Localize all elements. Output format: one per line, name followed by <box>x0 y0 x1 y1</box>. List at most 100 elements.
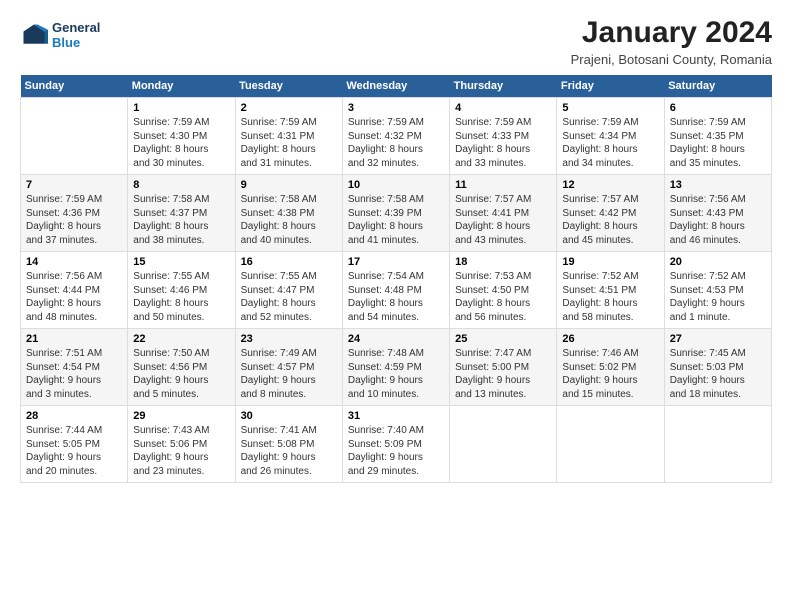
day-info: Sunrise: 7:52 AM Sunset: 4:53 PM Dayligh… <box>670 270 766 324</box>
day-info: Sunrise: 7:48 AM Sunset: 4:59 PM Dayligh… <box>348 347 444 401</box>
column-header-friday: Friday <box>557 75 664 98</box>
column-header-monday: Monday <box>128 75 235 98</box>
logo-icon <box>20 21 48 49</box>
day-number: 21 <box>26 333 122 345</box>
calendar-cell: 21Sunrise: 7:51 AM Sunset: 4:54 PM Dayli… <box>21 329 128 406</box>
day-number: 2 <box>241 102 337 114</box>
calendar-cell <box>664 406 771 483</box>
calendar-cell: 28Sunrise: 7:44 AM Sunset: 5:05 PM Dayli… <box>21 406 128 483</box>
logo: General Blue <box>20 20 100 50</box>
day-info: Sunrise: 7:56 AM Sunset: 4:43 PM Dayligh… <box>670 193 766 247</box>
day-info: Sunrise: 7:40 AM Sunset: 5:09 PM Dayligh… <box>348 424 444 478</box>
day-number: 7 <box>26 179 122 191</box>
day-info: Sunrise: 7:59 AM Sunset: 4:34 PM Dayligh… <box>562 116 658 170</box>
header: General Blue January 2024 Prajeni, Botos… <box>20 16 772 67</box>
day-info: Sunrise: 7:41 AM Sunset: 5:08 PM Dayligh… <box>241 424 337 478</box>
day-info: Sunrise: 7:50 AM Sunset: 4:56 PM Dayligh… <box>133 347 229 401</box>
day-number: 25 <box>455 333 551 345</box>
day-info: Sunrise: 7:59 AM Sunset: 4:32 PM Dayligh… <box>348 116 444 170</box>
calendar-cell <box>21 98 128 175</box>
day-number: 28 <box>26 410 122 422</box>
main-title: January 2024 <box>571 16 772 50</box>
calendar-cell: 2 Sunrise: 7:59 AM Sunset: 4:31 PM Daylig… <box>235 98 342 175</box>
day-info: Sunrise: 7:47 AM Sunset: 5:00 PM Dayligh… <box>455 347 551 401</box>
column-header-tuesday: Tuesday <box>235 75 342 98</box>
day-number: 8 <box>133 179 229 191</box>
calendar-cell <box>557 406 664 483</box>
calendar-cell: 13 Sunrise: 7:56 AM Sunset: 4:43 PM Dayli… <box>664 175 771 252</box>
calendar-cell: 6Sunrise: 7:59 AM Sunset: 4:35 PM Daylig… <box>664 98 771 175</box>
day-number: 18 <box>455 256 551 268</box>
day-info: Sunrise: 7:53 AM Sunset: 4:50 PM Dayligh… <box>455 270 551 324</box>
day-number: 12 <box>562 179 658 191</box>
day-info: Sunrise: 7:55 AM Sunset: 4:46 PM Dayligh… <box>133 270 229 324</box>
calendar-cell: 31Sunrise: 7:40 AM Sunset: 5:09 PM Dayli… <box>342 406 449 483</box>
day-info: Sunrise: 7:57 AM Sunset: 4:41 PM Dayligh… <box>455 193 551 247</box>
calendar-cell: 5 Sunrise: 7:59 AM Sunset: 4:34 PM Daylig… <box>557 98 664 175</box>
calendar-cell: 18 Sunrise: 7:53 AM Sunset: 4:50 PM Dayli… <box>450 252 557 329</box>
day-number: 23 <box>241 333 337 345</box>
calendar-cell: 25 Sunrise: 7:47 AM Sunset: 5:00 PM Dayli… <box>450 329 557 406</box>
day-number: 5 <box>562 102 658 114</box>
day-number: 27 <box>670 333 766 345</box>
day-number: 30 <box>241 410 337 422</box>
day-info: Sunrise: 7:49 AM Sunset: 4:57 PM Dayligh… <box>241 347 337 401</box>
calendar-cell: 10 Sunrise: 7:58 AM Sunset: 4:39 PM Dayli… <box>342 175 449 252</box>
day-info: Sunrise: 7:52 AM Sunset: 4:51 PM Dayligh… <box>562 270 658 324</box>
day-info: Sunrise: 7:56 AM Sunset: 4:44 PM Dayligh… <box>26 270 122 324</box>
day-number: 29 <box>133 410 229 422</box>
day-info: Sunrise: 7:54 AM Sunset: 4:48 PM Dayligh… <box>348 270 444 324</box>
day-number: 15 <box>133 256 229 268</box>
day-number: 17 <box>348 256 444 268</box>
day-info: Sunrise: 7:59 AM Sunset: 4:31 PM Dayligh… <box>241 116 337 170</box>
calendar-week-4: 21Sunrise: 7:51 AM Sunset: 4:54 PM Dayli… <box>21 329 772 406</box>
day-number: 26 <box>562 333 658 345</box>
day-number: 24 <box>348 333 444 345</box>
calendar-cell: 8 Sunrise: 7:58 AM Sunset: 4:37 PM Daylig… <box>128 175 235 252</box>
calendar-cell: 20 Sunrise: 7:52 AM Sunset: 4:53 PM Dayli… <box>664 252 771 329</box>
calendar-cell: 15 Sunrise: 7:55 AM Sunset: 4:46 PM Dayli… <box>128 252 235 329</box>
column-header-saturday: Saturday <box>664 75 771 98</box>
calendar-week-3: 14 Sunrise: 7:56 AM Sunset: 4:44 PM Dayli… <box>21 252 772 329</box>
day-info: Sunrise: 7:59 AM Sunset: 4:35 PM Dayligh… <box>670 116 766 170</box>
calendar-week-1: 1 Sunrise: 7:59 AM Sunset: 4:30 PM Daylig… <box>21 98 772 175</box>
calendar-cell: 7Sunrise: 7:59 AM Sunset: 4:36 PM Daylig… <box>21 175 128 252</box>
calendar-cell: 12Sunrise: 7:57 AM Sunset: 4:42 PM Dayli… <box>557 175 664 252</box>
day-number: 20 <box>670 256 766 268</box>
day-info: Sunrise: 7:46 AM Sunset: 5:02 PM Dayligh… <box>562 347 658 401</box>
calendar-table: SundayMondayTuesdayWednesdayThursdayFrid… <box>20 75 772 483</box>
day-number: 14 <box>26 256 122 268</box>
day-number: 4 <box>455 102 551 114</box>
calendar-cell: 29 Sunrise: 7:43 AM Sunset: 5:06 PM Dayli… <box>128 406 235 483</box>
calendar-header-row: SundayMondayTuesdayWednesdayThursdayFrid… <box>21 75 772 98</box>
day-number: 9 <box>241 179 337 191</box>
subtitle: Prajeni, Botosani County, Romania <box>571 52 772 67</box>
day-info: Sunrise: 7:58 AM Sunset: 4:39 PM Dayligh… <box>348 193 444 247</box>
calendar-cell: 4Sunrise: 7:59 AM Sunset: 4:33 PM Daylig… <box>450 98 557 175</box>
day-info: Sunrise: 7:43 AM Sunset: 5:06 PM Dayligh… <box>133 424 229 478</box>
calendar-week-5: 28Sunrise: 7:44 AM Sunset: 5:05 PM Dayli… <box>21 406 772 483</box>
day-number: 13 <box>670 179 766 191</box>
column-header-sunday: Sunday <box>21 75 128 98</box>
calendar-cell: 26 Sunrise: 7:46 AM Sunset: 5:02 PM Dayli… <box>557 329 664 406</box>
day-number: 16 <box>241 256 337 268</box>
calendar-cell: 1 Sunrise: 7:59 AM Sunset: 4:30 PM Daylig… <box>128 98 235 175</box>
calendar-cell: 11 Sunrise: 7:57 AM Sunset: 4:41 PM Dayli… <box>450 175 557 252</box>
day-number: 10 <box>348 179 444 191</box>
calendar-cell: 17 Sunrise: 7:54 AM Sunset: 4:48 PM Dayli… <box>342 252 449 329</box>
calendar-cell: 24 Sunrise: 7:48 AM Sunset: 4:59 PM Dayli… <box>342 329 449 406</box>
calendar-cell: 16 Sunrise: 7:55 AM Sunset: 4:47 PM Dayli… <box>235 252 342 329</box>
day-number: 11 <box>455 179 551 191</box>
day-info: Sunrise: 7:55 AM Sunset: 4:47 PM Dayligh… <box>241 270 337 324</box>
calendar-cell: 27Sunrise: 7:45 AM Sunset: 5:03 PM Dayli… <box>664 329 771 406</box>
day-number: 1 <box>133 102 229 114</box>
calendar-cell: 14 Sunrise: 7:56 AM Sunset: 4:44 PM Dayli… <box>21 252 128 329</box>
calendar-body: 1 Sunrise: 7:59 AM Sunset: 4:30 PM Daylig… <box>21 98 772 483</box>
logo-text: General Blue <box>52 20 100 50</box>
calendar-cell <box>450 406 557 483</box>
day-info: Sunrise: 7:58 AM Sunset: 4:37 PM Dayligh… <box>133 193 229 247</box>
day-info: Sunrise: 7:59 AM Sunset: 4:30 PM Dayligh… <box>133 116 229 170</box>
calendar-cell: 19Sunrise: 7:52 AM Sunset: 4:51 PM Dayli… <box>557 252 664 329</box>
calendar-week-2: 7Sunrise: 7:59 AM Sunset: 4:36 PM Daylig… <box>21 175 772 252</box>
column-header-wednesday: Wednesday <box>342 75 449 98</box>
